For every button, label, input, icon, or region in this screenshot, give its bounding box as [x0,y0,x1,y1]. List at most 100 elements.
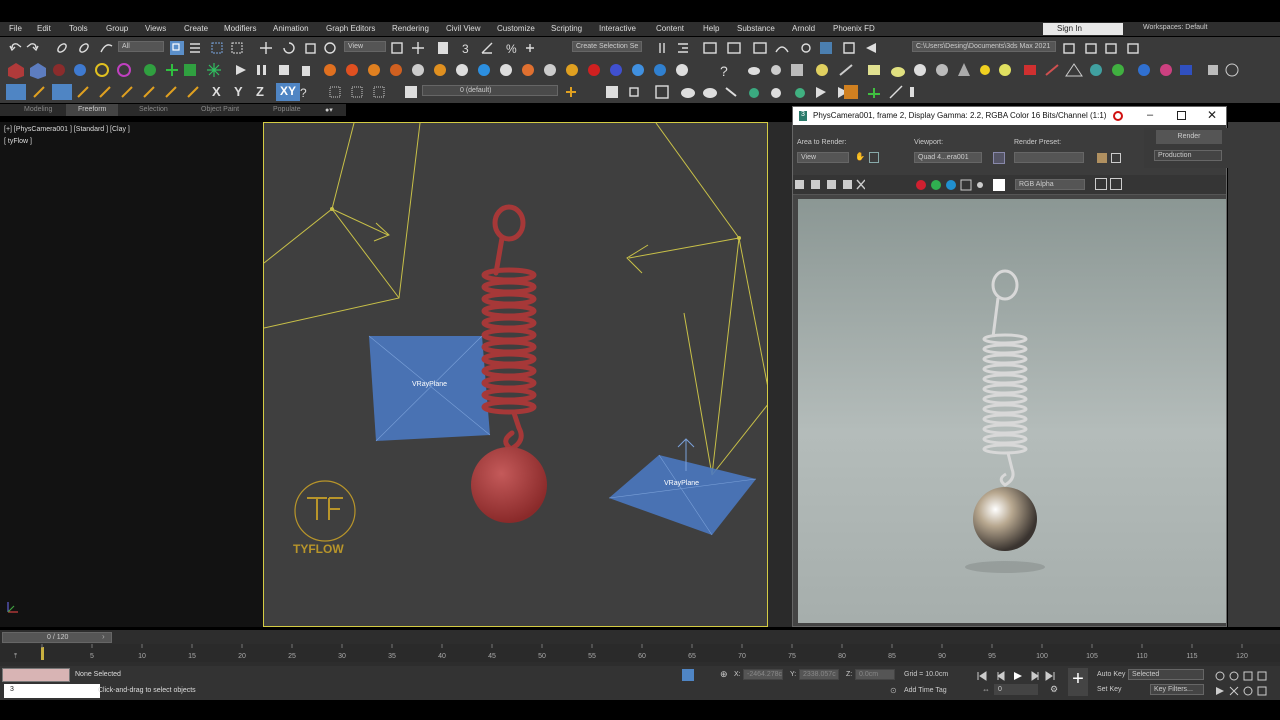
menu-phoenix-fd[interactable]: Phoenix FD [833,24,875,33]
menu-file[interactable]: File [9,24,22,33]
zoom-extents-all-icon[interactable] [1257,671,1267,681]
maxscript-listener[interactable] [2,668,70,682]
menu-arnold[interactable]: Arnold [792,24,815,33]
grab-icon[interactable] [771,65,781,75]
render-window-titlebar[interactable]: 3 PhysCamera001, frame 2, Display Gamma:… [793,107,1226,125]
vray-plane-icon[interactable] [1065,63,1083,77]
menu-customize[interactable]: Customize [497,24,535,33]
axis-constraint-icon[interactable]: ? [300,86,307,100]
keyboard-shortcut-icon[interactable] [438,42,448,54]
spring-object[interactable] [481,204,537,452]
copy-image-icon[interactable] [811,180,820,189]
field-of-view-icon[interactable] [1216,687,1224,695]
alpha-channel-icon[interactable] [960,179,972,191]
auto-region-icon[interactable] [869,152,879,163]
selection-filter-dropdown[interactable]: All [118,41,164,52]
maximize-button[interactable] [1177,111,1186,120]
display-toggle-icon[interactable] [1095,178,1107,190]
railclone-icon[interactable] [184,64,196,76]
window-crossing-icon[interactable] [231,42,243,54]
vray-sphere-icon[interactable] [1090,64,1102,76]
minimize-button[interactable]: – [1147,109,1153,121]
layer-manager-icon[interactable] [404,84,418,100]
constraint-4-icon[interactable] [99,86,111,98]
vray-vfb-icon[interactable] [1180,65,1192,75]
stop-icon[interactable] [279,65,289,75]
axis-x-button[interactable]: X [212,84,221,99]
constraint-5-icon[interactable] [121,86,133,98]
select-by-name-icon[interactable] [190,43,200,53]
render-preset-dropdown[interactable] [1014,152,1084,163]
sign-in-button[interactable]: Sign In [1043,23,1123,35]
dome-light-icon[interactable] [891,67,905,77]
pause-icon[interactable] [257,65,266,75]
ies-light-icon[interactable] [999,64,1011,76]
splash-icon[interactable] [654,64,666,76]
menu-scripting[interactable]: Scripting [551,24,582,33]
timeline-key-mode-icon[interactable]: ⤒ [14,653,17,660]
forest-icon[interactable] [144,64,156,76]
phoenix-fd-icon[interactable] [844,85,858,99]
smoke-1-icon[interactable] [412,64,424,76]
ribbon-options-icon[interactable]: ●▾ [325,106,333,114]
project-set-icon[interactable] [1085,43,1097,54]
select-manipulate-icon[interactable] [412,42,424,54]
viewport-label[interactable]: [+] [PhysCamera001 ] [Standard ] [Clay ] [4,126,130,133]
environment-icon[interactable] [1111,153,1121,163]
sun-icon[interactable] [980,65,990,75]
workspaces-selector[interactable]: Workspaces: Default [1143,24,1207,31]
snap-3d-icon[interactable]: 3 [462,42,469,56]
vray-settings-icon[interactable] [1208,65,1218,75]
menu-animation[interactable]: Animation [273,24,309,33]
ball-object[interactable] [471,447,547,523]
foam-icon[interactable] [632,64,644,76]
project-open-icon[interactable] [1127,43,1139,54]
time-slider[interactable]: 0 / 120 [2,632,112,643]
menu-modifiers[interactable]: Modifiers [224,24,256,33]
sphere-2-icon[interactable] [771,88,781,98]
mono-icon[interactable] [977,182,983,188]
spinner-snap-icon[interactable] [526,44,534,52]
project-path-dropdown[interactable]: C:\Users\Desing\Documents\3ds Max 2021 [912,41,1056,52]
menu-substance[interactable]: Substance [737,24,775,33]
render-prod-icon[interactable] [816,87,826,98]
bind-spacewarp-icon[interactable] [100,44,113,53]
curve-editor-icon[interactable] [775,46,789,53]
rotate-icon[interactable] [283,42,295,54]
add-time-tag[interactable]: Add Time Tag [904,687,947,694]
menu-graph-editors[interactable]: Graph Editors [326,24,375,33]
render-button[interactable]: Render [1156,130,1222,144]
play-animation-icon[interactable] [1014,672,1022,680]
fire-2-icon[interactable] [346,64,358,76]
render-frame-2-icon[interactable] [655,85,669,99]
ref-coord-dropdown[interactable]: View [344,41,386,52]
phoenix-fire-icon[interactable] [74,64,86,76]
menu-civil-view[interactable]: Civil View [446,24,481,33]
menu-edit[interactable]: Edit [37,24,51,33]
tab-object-paint[interactable]: Object Paint [201,106,239,113]
table-icon[interactable] [910,87,914,97]
red-channel-icon[interactable] [916,180,926,190]
constraint-2-icon[interactable] [52,84,72,100]
lock-viewport-icon[interactable] [993,152,1005,164]
toggle-scene-explorer-icon[interactable] [703,42,717,54]
y-coordinate-field[interactable]: 2338.057c [799,669,839,680]
render-setup-icon-rw[interactable] [1097,153,1107,163]
next-frame-arrow[interactable]: › [102,632,105,641]
tab-modeling[interactable]: Modeling [24,106,52,113]
background-color-swatch[interactable] [993,179,1005,191]
record-icon[interactable] [588,64,600,76]
layer-hide-icon[interactable] [629,87,639,97]
current-frame-field[interactable]: 0 [994,684,1038,695]
viewport-sublabel[interactable]: [ tyFlow ] [4,138,32,145]
close-button[interactable]: ✕ [1207,108,1217,122]
vray-help-icon[interactable] [1225,63,1239,77]
viewport-dropdown[interactable]: Quad 4...era001 [914,152,982,163]
bulb-icon[interactable] [816,64,828,76]
vray-decal-icon[interactable] [1160,64,1172,76]
sparkle-icon[interactable] [207,63,221,77]
project-new-icon[interactable] [1105,43,1117,54]
tyflow-object-icon[interactable] [8,63,24,79]
key-mode-toggle-icon[interactable]: ⇔ [982,685,990,694]
production-dropdown[interactable]: Production [1154,150,1222,161]
